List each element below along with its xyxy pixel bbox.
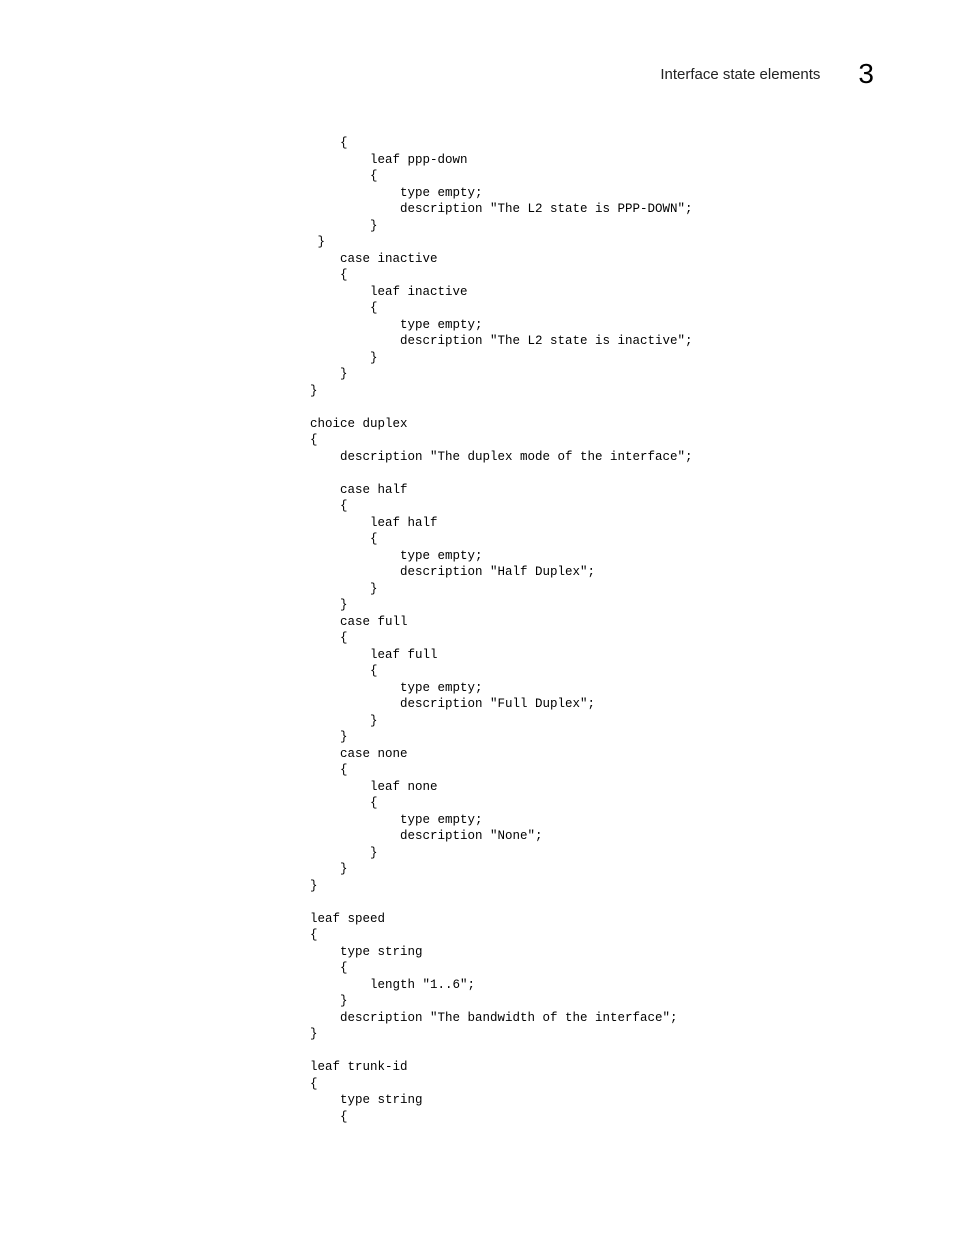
page-header: Interface state elements 3 — [660, 58, 874, 90]
code-listing: { leaf ppp-down { type empty; descriptio… — [310, 135, 954, 1125]
header-title: Interface state elements — [660, 66, 820, 83]
chapter-number: 3 — [858, 58, 874, 90]
